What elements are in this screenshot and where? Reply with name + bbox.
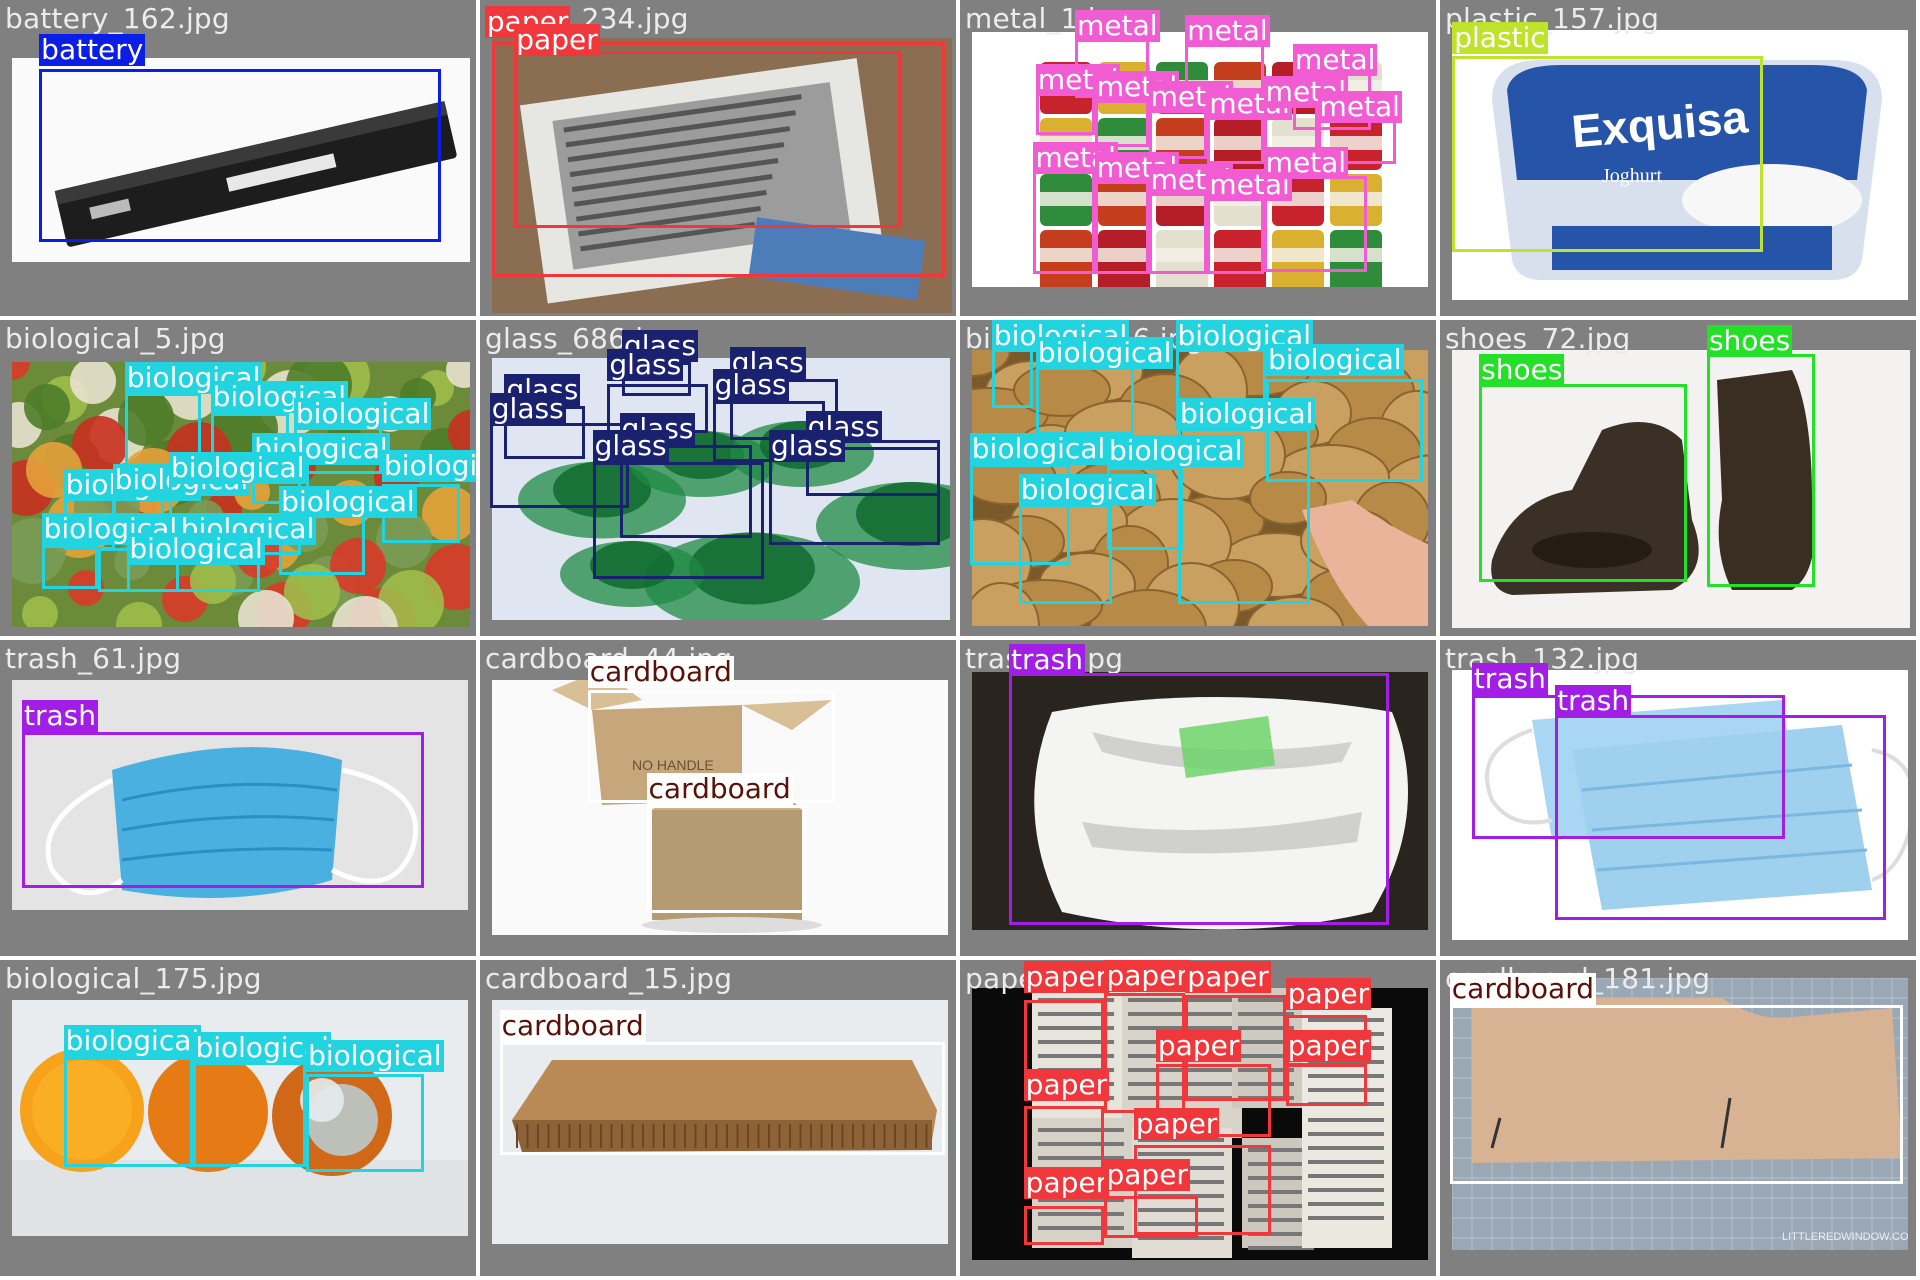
bounding-box [1449, 1005, 1903, 1184]
bounding-box [63, 1056, 194, 1167]
bounding-box [1023, 1105, 1105, 1175]
bounding-box [1479, 383, 1688, 582]
class-label: biological [1106, 434, 1245, 468]
class-label: glass [489, 392, 566, 426]
bounding-box [1452, 56, 1764, 253]
class-label: cardboard [499, 1009, 646, 1043]
class-label: cardboard [587, 654, 734, 688]
bounding-box [22, 731, 424, 889]
image-cell: trash_132.jpg trash trash [1440, 640, 1916, 956]
bounding-box [1035, 366, 1134, 436]
image-cell: biological_16.jpgbiologicalbiologicalbio… [960, 320, 1436, 636]
class-label: biological [1266, 343, 1404, 377]
class-label: biological [382, 449, 476, 482]
bounding-box [1263, 176, 1367, 272]
class-label: cardboard [1449, 972, 1596, 1006]
bounding-box [1008, 673, 1389, 926]
bounding-box [1023, 1205, 1105, 1246]
class-label: paper [1133, 1107, 1220, 1141]
class-label: shoes [1706, 323, 1793, 357]
bounding-box [306, 1073, 424, 1172]
class-label: paper [1285, 1028, 1372, 1062]
image-cell: metal_1.jpg metal metal metal metal metal meta… [960, 0, 1436, 316]
image-cell: biological_5.jpg biological biological biol… [0, 320, 476, 636]
class-label: biological [306, 1038, 444, 1072]
image-cell: biological_175.jpg biological biological bi… [0, 960, 476, 1276]
image-cell: NO HANDLEcardboard_44.jpgcardboardcardbo… [480, 640, 956, 956]
image-cell: battery_162.jpg battery [0, 0, 476, 316]
class-label: paper [1023, 960, 1110, 994]
class-label: glass [712, 367, 789, 401]
class-label: biological [127, 531, 265, 565]
bounding-box [646, 805, 806, 913]
bounding-box [1555, 714, 1886, 921]
bounding-box [514, 51, 902, 228]
class-label: paper [1104, 1158, 1190, 1192]
image-cell: paper_234.jpg paper paper [480, 0, 956, 316]
image-cell: paper_12.jpgpaperpaperpaperpaperpaperpap… [960, 960, 1436, 1276]
svg-text:LITTLEREDWINDOW.COM: LITTLEREDWINDOW.COM [1782, 1231, 1908, 1243]
bounding-box [592, 461, 765, 580]
bounding-box [1033, 163, 1095, 275]
bounding-box [991, 346, 1034, 409]
bounding-box [1285, 1064, 1367, 1106]
class-label: glass [607, 348, 684, 382]
image-filename: trash_61.jpg [5, 642, 182, 675]
bounding-box [1104, 1196, 1198, 1238]
class-label: glass [592, 429, 669, 463]
class-label: glass [768, 429, 845, 463]
class-label: cardboard [646, 772, 793, 806]
image-filename: biological_5.jpg [5, 322, 226, 355]
image-filename: cardboard_15.jpg [485, 962, 733, 995]
class-label: trash [1555, 684, 1632, 718]
class-label: trash [1471, 662, 1548, 696]
class-label: biological [1035, 336, 1174, 370]
class-label: plastic [1452, 21, 1548, 55]
image-filename: biological_175.jpg [5, 962, 262, 995]
bounding-box [1706, 354, 1815, 587]
class-label: battery [39, 33, 146, 67]
class-label: metal [1263, 145, 1349, 179]
class-label: biological [293, 397, 432, 431]
bounding-box [1094, 171, 1149, 275]
class-label: paper [1023, 1067, 1110, 1101]
bounding-box [41, 545, 98, 590]
class-label: shoes [1479, 353, 1565, 387]
class-label: metal [1293, 43, 1378, 77]
image-cell: glass_686.jpg glass glass glass glass glass gl… [480, 320, 956, 636]
class-label: trash [22, 698, 99, 732]
class-label: biological [63, 1023, 202, 1057]
class-label: biological [168, 451, 307, 485]
class-label: paper [1285, 977, 1372, 1011]
class-label: biological [1177, 397, 1316, 431]
bounding-box [39, 68, 441, 243]
class-label: biological [1018, 473, 1157, 507]
image-cell: trash_61.jpgtrash [0, 640, 476, 956]
class-label: biological [969, 431, 1108, 465]
detection-grid: battery_162.jpg battery paper_234.jpg paper… [0, 0, 1920, 1280]
image-cell: Exquisa Joghurt plastic_157.jpg plastic [1440, 0, 1916, 316]
image-cell: LITTLEREDWINDOW.COMcardboard_181.jpgcard… [1440, 960, 1916, 1276]
class-label: paper [1155, 1028, 1242, 1062]
image-filename: battery_162.jpg [5, 2, 230, 35]
image-cell: shoes_72.jpg shoes shoes [1440, 320, 1916, 636]
class-label: paper [514, 23, 600, 57]
image-filename: shoes_72.jpg [1445, 322, 1631, 355]
class-label: paper [1023, 1165, 1110, 1199]
class-label: paper [1185, 960, 1271, 994]
class-label: metal [1317, 89, 1402, 123]
class-label: trash [1008, 642, 1085, 676]
bounding-box [499, 1041, 946, 1155]
class-label: metal [1075, 8, 1160, 42]
class-label: metal [1185, 13, 1270, 47]
class-label: paper [1104, 960, 1190, 992]
bounding-box [1018, 503, 1112, 604]
image-cell: trash_8.jpgtrash [960, 640, 1436, 956]
image-cell: cardboard_15.jpg cardboard [480, 960, 956, 1276]
bounding-box [193, 1061, 307, 1167]
